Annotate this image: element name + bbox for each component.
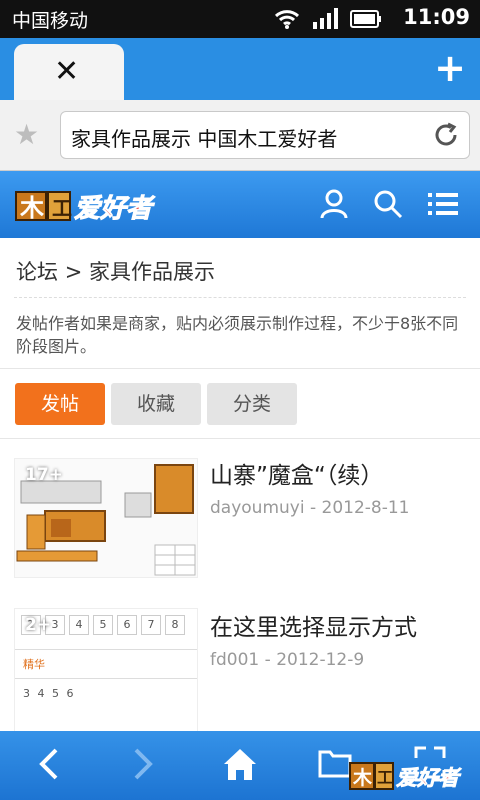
status-icons xyxy=(274,8,382,30)
action-buttons: 发帖 收藏 分类 xyxy=(15,383,297,425)
new-tab-button[interactable]: + xyxy=(434,46,466,90)
category-button[interactable]: 分类 xyxy=(207,383,297,425)
breadcrumb: 论坛 > 家具作品展示 xyxy=(16,256,215,286)
thread-item[interactable]: 2 3 4 5 6 7 8 精华 3 4 5 6 2+ 在这里选择显示方式 fd… xyxy=(0,592,480,731)
thread-author[interactable]: fd001 xyxy=(210,650,259,670)
thumb-cell: 7 xyxy=(141,615,161,635)
browser-tab[interactable]: ✕ xyxy=(14,44,124,100)
thread-meta: fd001 - 2012-12-9 xyxy=(210,650,364,670)
thread-thumbnail[interactable]: 2 3 4 5 6 7 8 精华 3 4 5 6 2+ xyxy=(14,608,198,731)
thread-item[interactable]: 17+ 山寨”魔盒“（续） dayoumuyi - 2012-8-11 xyxy=(0,440,480,590)
svg-text:木: 木 xyxy=(19,194,45,222)
thread-thumbnail[interactable]: 17+ xyxy=(14,458,198,578)
breadcrumb-forum[interactable]: 论坛 xyxy=(16,260,58,284)
browser-tab-bar: ✕ + xyxy=(0,38,480,100)
bottom-toolbar: 木 工 爱好者 xyxy=(0,731,480,800)
floating-site-logo[interactable]: 木 工 爱好者 xyxy=(348,753,472,799)
carrier-label: 中国移动 xyxy=(12,10,89,32)
image-count-badge: 2+ xyxy=(25,615,52,635)
breadcrumb-section[interactable]: 家具作品展示 xyxy=(89,260,215,284)
divider xyxy=(0,368,480,369)
home-icon[interactable] xyxy=(220,744,260,784)
thread-title[interactable]: 在这里选择显示方式 xyxy=(210,608,417,642)
svg-text:木: 木 xyxy=(352,766,373,789)
favorite-button[interactable]: 收藏 xyxy=(111,383,201,425)
thumb-cell: 5 xyxy=(93,615,113,635)
url-text: 家具作品展示 中国木工爱好者 xyxy=(71,127,338,151)
thumb-nums: 3 4 5 6 xyxy=(15,678,197,708)
thread-meta: dayoumuyi - 2012-8-11 xyxy=(210,498,410,518)
clock: 11:09 xyxy=(403,5,470,29)
thread-date: 2012-12-9 xyxy=(276,650,365,670)
breadcrumb-arrow: > xyxy=(64,260,83,284)
meta-separator: - xyxy=(309,498,317,518)
meta-separator: - xyxy=(264,650,271,670)
forward-icon[interactable] xyxy=(128,744,158,784)
thumb-cell: 6 xyxy=(117,615,137,635)
divider xyxy=(0,438,480,439)
image-count-badge: 17+ xyxy=(25,465,63,485)
thread-title[interactable]: 山寨”魔盒“（续） xyxy=(210,456,383,490)
thread-date: 2012-8-11 xyxy=(321,498,410,518)
svg-text:工: 工 xyxy=(52,196,72,220)
logo-text: 爱好者 xyxy=(74,194,156,224)
thumb-label: 精华 xyxy=(15,649,197,678)
search-icon[interactable] xyxy=(372,188,404,220)
wifi-icon xyxy=(274,10,300,29)
thread-author[interactable]: dayoumuyi xyxy=(210,498,305,518)
post-button[interactable]: 发帖 xyxy=(15,383,105,425)
floating-logo-text: 爱好者 xyxy=(396,766,462,790)
reload-icon[interactable] xyxy=(431,120,461,150)
thumb-cell: 4 xyxy=(69,615,89,635)
forum-notice: 发帖作者如果是商家，贴内必须展示制作过程，不少于8张不同阶段图片。 xyxy=(16,314,459,356)
bookmark-star-icon[interactable]: ★ xyxy=(14,118,39,151)
url-field[interactable]: 家具作品展示 中国木工爱好者 xyxy=(60,111,470,159)
close-tab-icon[interactable]: ✕ xyxy=(54,54,79,89)
divider xyxy=(14,297,466,298)
user-icon[interactable] xyxy=(318,188,350,220)
thumb-cell: 8 xyxy=(165,615,185,635)
status-bar: 中国移动 11:09 xyxy=(0,0,480,38)
site-logo[interactable]: 木 工 爱好者 xyxy=(14,186,174,226)
battery-icon xyxy=(350,10,381,28)
svg-text:工: 工 xyxy=(377,768,393,787)
menu-icon[interactable] xyxy=(426,188,460,220)
site-header: 木 工 爱好者 xyxy=(0,171,480,238)
address-bar: ★ 家具作品展示 中国木工爱好者 xyxy=(0,100,480,171)
signal-icon xyxy=(313,8,338,29)
header-actions xyxy=(318,188,460,220)
back-icon[interactable] xyxy=(34,744,64,784)
